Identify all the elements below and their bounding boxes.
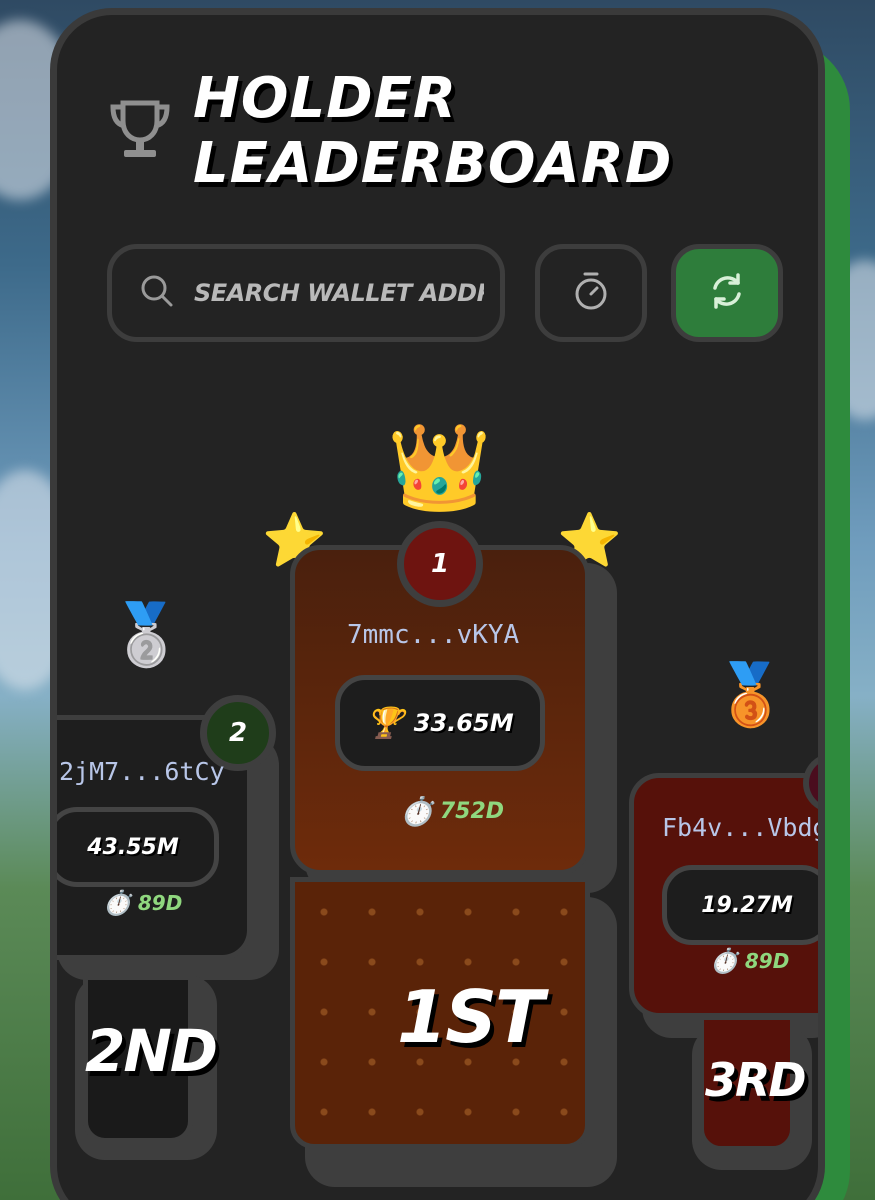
wallet-address: Fb4v...Vbdg <box>662 813 825 842</box>
refresh-icon <box>707 271 747 315</box>
trophy-icon <box>109 97 171 165</box>
rank-label: 1ST <box>397 975 544 1059</box>
search-box[interactable] <box>107 244 505 342</box>
rank-badge: 1 <box>397 521 483 607</box>
refresh-button[interactable] <box>671 244 783 342</box>
bronze-medal-icon: 🥉 <box>713 660 788 730</box>
page-title: HOLDER LEADERBOARD <box>193 66 673 196</box>
holdings-amount-pill: 🏆 33.65M <box>335 675 545 771</box>
search-input[interactable] <box>194 279 484 307</box>
stopwatch-icon <box>573 271 609 315</box>
crown-icon: 👑 <box>387 418 492 516</box>
title-row: HOLDER LEADERBOARD <box>109 66 818 196</box>
leaderboard-panel: HOLDER LEADERBOARD SEARCH WALLET ADDRES … <box>50 8 825 1200</box>
hold-duration: ⏱️ 89D <box>709 947 790 975</box>
hold-duration: ⏱️ 752D <box>399 795 505 828</box>
stopwatch-icon: ⏱️ <box>709 947 739 975</box>
wallet-address: 2jM7...6tCy <box>59 757 225 786</box>
silver-medal-icon: 🥈 <box>109 600 184 670</box>
stopwatch-icon: ⏱️ <box>399 795 434 828</box>
trophy-icon: 🏆 <box>366 705 404 741</box>
rank-label: 2ND <box>85 1017 218 1085</box>
holdings-amount-pill: 19.27M <box>662 865 818 945</box>
stopwatch-icon: ⏱️ <box>102 889 132 917</box>
rank-label: 3RD <box>705 1053 807 1107</box>
timer-button[interactable] <box>535 244 647 342</box>
hold-duration: ⏱️ 89D <box>102 889 183 917</box>
holdings-amount-pill: 43.55M <box>57 807 219 887</box>
wallet-address: 7mmc...vKYA <box>347 620 520 650</box>
search-icon <box>140 274 174 312</box>
